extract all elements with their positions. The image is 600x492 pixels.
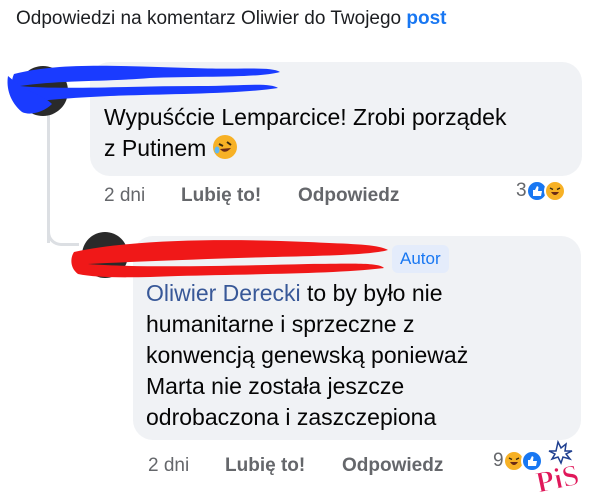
like-button[interactable]: Lubię to! [225, 455, 305, 477]
comment-text: Wypuśćcie Lemparcice! Zrobi porządek z P… [104, 104, 507, 161]
notification-header: Odpowiedzi na komentarz Oliwier do Twoje… [16, 8, 447, 30]
author-badge: Autor [392, 245, 449, 273]
post-link[interactable]: post [406, 8, 446, 29]
reaction-count: 9 [493, 450, 504, 471]
like-button[interactable]: Lubię to! [181, 185, 261, 207]
reply-button[interactable]: Odpowiedz [342, 455, 443, 477]
reaction-summary[interactable]: 3 [516, 180, 566, 202]
timestamp[interactable]: 2 dni [148, 455, 189, 477]
timestamp[interactable]: 2 dni [104, 185, 145, 207]
header-text: Odpowiedzi na komentarz Oliwier do Twoje… [16, 8, 402, 29]
reaction-count: 3 [516, 180, 527, 201]
redaction-scribble-red [71, 240, 388, 278]
comment-text: Oliwier Derecki to by było nie humanitar… [146, 280, 469, 430]
rolling-on-floor-laughing-emoji [212, 135, 237, 159]
mention-link[interactable]: Oliwier Derecki [146, 280, 301, 306]
haha-icon [543, 180, 566, 202]
svg-text:PiS: PiS [533, 458, 582, 492]
pis-logo-watermark: PiS [532, 440, 583, 492]
reply-button[interactable]: Odpowiedz [298, 185, 399, 207]
